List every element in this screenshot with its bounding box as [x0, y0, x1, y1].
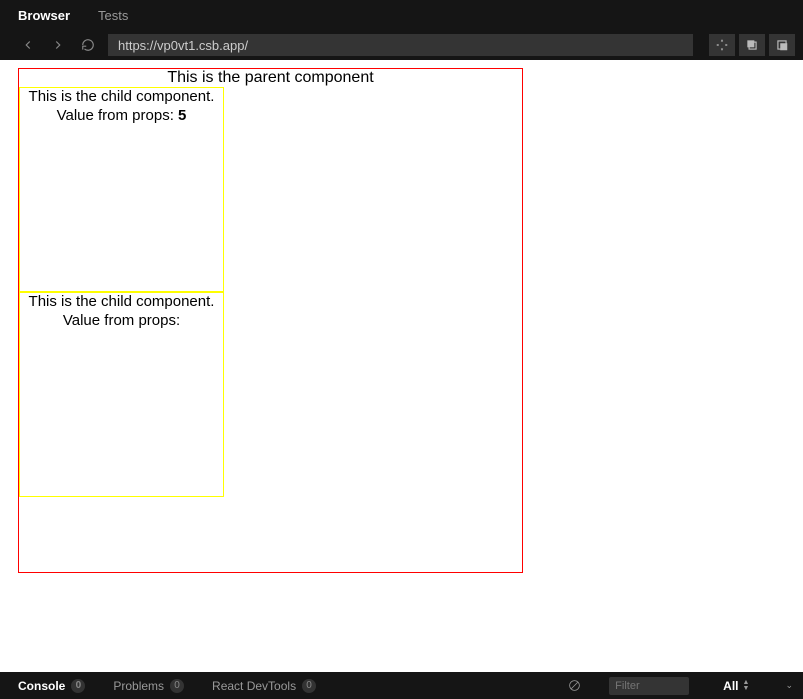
forward-icon[interactable]	[48, 35, 68, 55]
child-component-2: This is the child component. Value from …	[19, 292, 224, 497]
parent-component-box: This is the parent component This is the…	[18, 68, 523, 573]
window-controls	[709, 34, 795, 56]
console-label: Console	[18, 679, 65, 693]
log-level-label: All	[723, 679, 738, 693]
child-component-1: This is the child component. Value from …	[19, 87, 224, 292]
copy-icon[interactable]	[739, 34, 765, 56]
child2-label: This is the child component.	[29, 293, 215, 312]
preview-pane: This is the parent component This is the…	[0, 60, 803, 660]
problems-count-badge: 0	[170, 679, 184, 693]
child2-props-line: Value from props:	[63, 312, 180, 331]
reload-icon[interactable]	[78, 35, 98, 55]
updown-icon: ▲▼	[743, 680, 750, 692]
chevron-down-icon[interactable]: ⌄	[785, 680, 793, 691]
open-window-icon[interactable]	[769, 34, 795, 56]
nav-row	[0, 30, 803, 60]
tab-browser[interactable]: Browser	[18, 8, 70, 23]
console-count-badge: 0	[71, 679, 85, 693]
problems-label: Problems	[113, 679, 164, 693]
back-icon[interactable]	[18, 35, 38, 55]
react-devtools-label: React DevTools	[212, 679, 296, 693]
top-bar: Browser Tests	[0, 0, 803, 60]
tab-tests[interactable]: Tests	[98, 8, 128, 23]
child1-props-prefix: Value from props:	[57, 107, 178, 124]
react-devtools-count-badge: 0	[302, 679, 316, 693]
console-tab[interactable]: Console 0	[18, 679, 85, 693]
parent-title: This is the parent component	[19, 69, 522, 87]
filter-input[interactable]	[609, 677, 689, 695]
log-level-select[interactable]: All ▲▼	[723, 679, 749, 693]
move-icon[interactable]	[709, 34, 735, 56]
url-input[interactable]	[108, 34, 693, 56]
problems-tab[interactable]: Problems 0	[113, 679, 184, 693]
child1-props-line: Value from props: 5	[57, 107, 187, 126]
react-devtools-tab[interactable]: React DevTools 0	[212, 679, 316, 693]
clear-console-icon[interactable]	[567, 679, 581, 693]
child1-props-value: 5	[178, 107, 186, 124]
console-bar: Console 0 Problems 0 React DevTools 0 Al…	[0, 672, 803, 699]
child1-label: This is the child component.	[29, 88, 215, 107]
tabs-row: Browser Tests	[0, 0, 803, 30]
preview-content: This is the parent component This is the…	[0, 60, 803, 573]
child2-props-prefix: Value from props:	[63, 312, 180, 329]
